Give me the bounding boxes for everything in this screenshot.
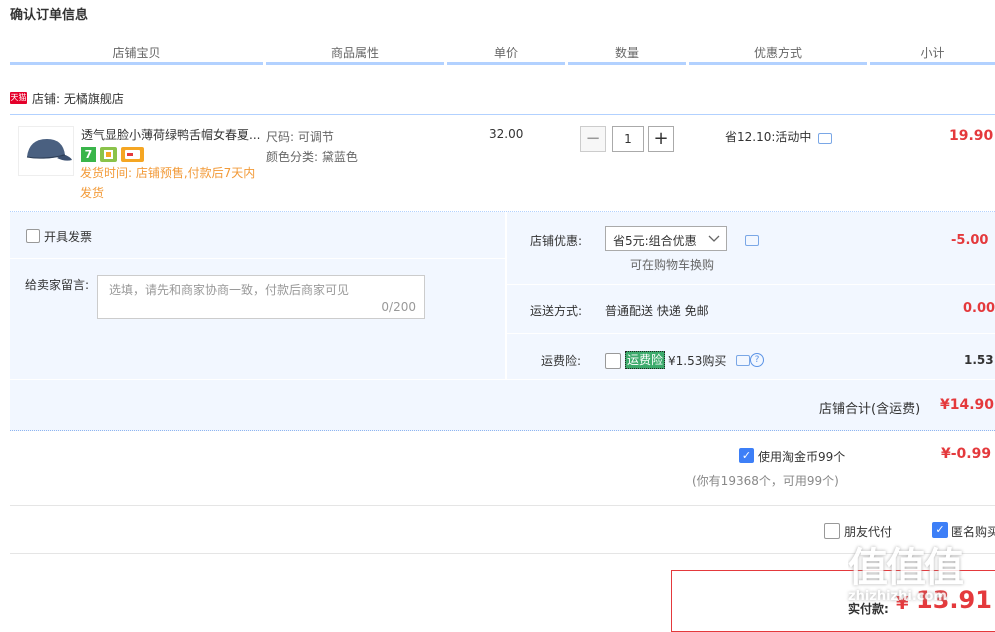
shipping-value: 普通配送 快递 免邮 xyxy=(605,304,709,318)
column-header-subtotal: 小计 xyxy=(920,46,945,60)
header-underline xyxy=(447,62,565,65)
quantity-increase-button[interactable]: + xyxy=(648,126,674,152)
shop-total-amount: ¥14.90 xyxy=(940,397,995,413)
shop-discount-amount: -5.00 xyxy=(951,233,989,248)
coins-note: (你有19368个，可用99个) xyxy=(692,474,839,488)
panel-divider xyxy=(10,258,505,259)
shipping-time-line2: 发货 xyxy=(80,186,105,200)
watermark-url: zhizhizhi.com xyxy=(848,589,947,604)
column-header-attributes: 商品属性 xyxy=(330,46,379,60)
coins-label: 使用淘金币99个 xyxy=(758,450,846,464)
message-placeholder: 选填，请先和商家协商一致，付款后商家可见 xyxy=(109,283,350,297)
quantity-input[interactable]: 1 xyxy=(612,126,644,152)
column-header-price: 单价 xyxy=(493,46,518,60)
message-counter: 0/200 xyxy=(381,300,416,314)
shop-name[interactable]: 店铺: 无橘旗舰店 xyxy=(32,90,124,107)
coins-checkbox[interactable]: ✓ xyxy=(739,448,754,463)
message-label: 给卖家留言: xyxy=(25,278,90,292)
shipping-amount: 0.00 xyxy=(963,301,995,316)
column-header-quantity: 数量 xyxy=(614,46,639,60)
card-payment-icon xyxy=(121,147,144,162)
divider xyxy=(10,505,995,506)
column-header-item: 店铺宝贝 xyxy=(112,46,161,60)
invoice-checkbox[interactable] xyxy=(26,229,40,243)
chevron-down-icon xyxy=(708,235,720,242)
tmall-badge: 天猫 xyxy=(10,92,27,104)
attribute-size: 尺码: 可调节 xyxy=(266,130,334,144)
column-header-promo: 优惠方式 xyxy=(753,46,802,60)
insurance-tag: 运费险 xyxy=(625,351,666,369)
panel-divider xyxy=(507,284,995,285)
unit-price: 32.00 xyxy=(489,127,524,141)
insurance-price: ¥1.53购买 xyxy=(668,354,727,368)
shipping-time-note: 发货时间: 店铺预售,付款后7天内 发货 xyxy=(80,163,265,203)
page-title: 确认订单信息 xyxy=(10,8,89,23)
watermark-logo: 值值值 xyxy=(848,545,964,591)
seller-message-input[interactable]: 选填，请先和商家协商一致，付款后商家可见 0/200 xyxy=(97,275,425,319)
chat-bubble-icon[interactable] xyxy=(818,133,832,144)
chat-bubble-icon[interactable] xyxy=(745,235,759,246)
promo-text: 省12.10:活动中 xyxy=(725,130,812,144)
invoice-label: 开具发票 xyxy=(44,230,93,244)
guarantee-icon xyxy=(100,147,117,162)
seven-day-return-badge: 7 xyxy=(81,147,96,162)
product-name[interactable]: 透气显脸小薄荷绿鸭舌帽女春夏... xyxy=(81,126,261,143)
product-thumbnail[interactable] xyxy=(18,126,74,176)
attribute-color: 颜色分类: 黛蓝色 xyxy=(266,150,358,164)
shipping-time-line1: 发货时间: 店铺预售,付款后7天内 xyxy=(80,166,256,180)
header-underline xyxy=(266,62,444,65)
shop-row xyxy=(10,88,995,115)
header-underline xyxy=(870,62,995,65)
header-underline xyxy=(10,62,263,65)
header-underline xyxy=(689,62,867,65)
shop-discount-selected: 省5元:组合优惠 xyxy=(613,234,697,248)
header-underline xyxy=(568,62,686,65)
insurance-label: 运费险: xyxy=(541,354,582,368)
item-subtotal: 19.90 xyxy=(949,128,994,144)
shop-discount-note[interactable]: 可在购物车换购 xyxy=(630,256,714,273)
friend-pay-checkbox[interactable] xyxy=(824,523,840,539)
shop-discount-select[interactable]: 省5元:组合优惠 xyxy=(605,226,727,251)
quantity-decrease-button[interactable]: − xyxy=(580,126,606,152)
insurance-checkbox[interactable] xyxy=(605,353,621,369)
shipping-label: 运送方式: xyxy=(530,304,583,318)
shop-discount-label: 店铺优惠: xyxy=(530,234,583,248)
chat-bubble-icon[interactable] xyxy=(736,355,750,366)
shop-total-label: 店铺合计(含运费) xyxy=(819,402,921,417)
help-icon[interactable]: ? xyxy=(750,353,764,367)
insurance-amount: 1.53 xyxy=(964,353,994,367)
panel-divider xyxy=(507,333,995,334)
cap-icon xyxy=(26,139,72,161)
coins-amount: ¥-0.99 xyxy=(941,446,992,462)
